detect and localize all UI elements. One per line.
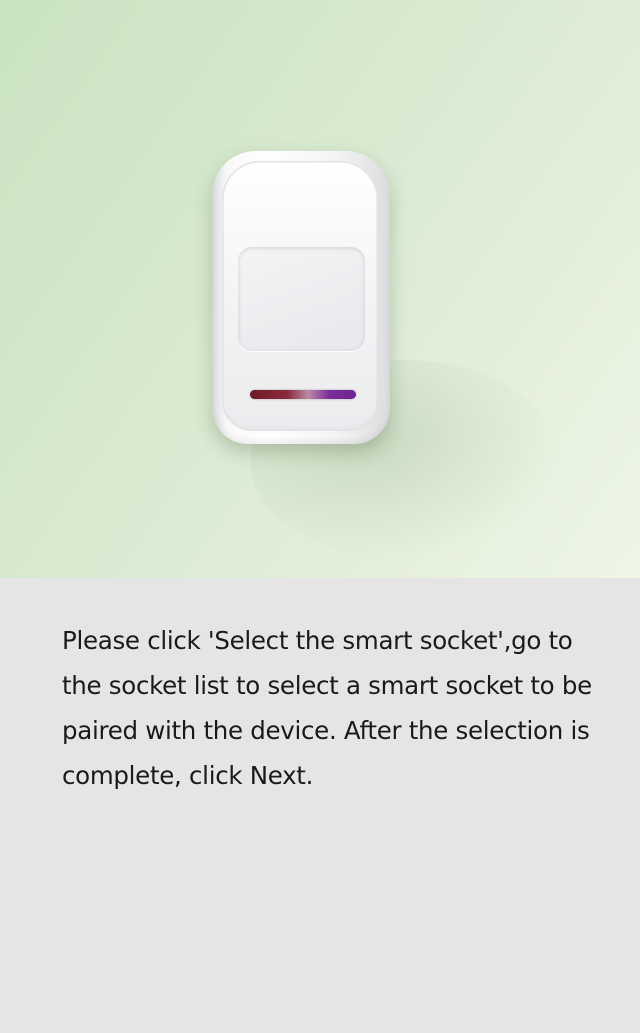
- instruction-text: Please click 'Select the smart socket',g…: [62, 626, 592, 790]
- device-illustration: [0, 0, 640, 578]
- motion-sensor-icon: [212, 151, 390, 444]
- sensor-lens: [238, 247, 365, 351]
- sensor-face: [222, 161, 378, 431]
- sensor-indicator-light: [250, 390, 356, 399]
